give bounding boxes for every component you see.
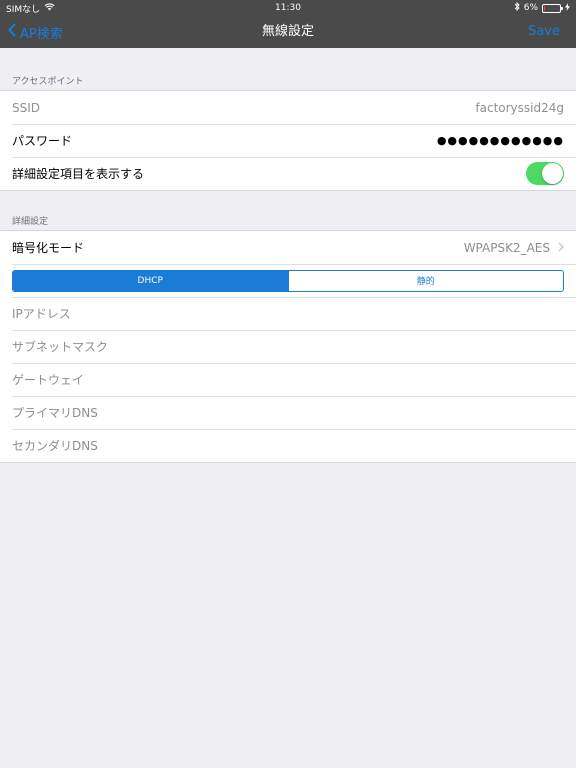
ssid-label: SSID (12, 100, 41, 115)
password-row[interactable]: パスワード ●●●●●●●●●●●● (0, 124, 576, 157)
encryption-mode-label: 暗号化モード (12, 241, 85, 255)
ip-address-field[interactable]: IPアドレス (12, 305, 564, 322)
password-field[interactable]: ●●●●●●●●●●●● (437, 134, 564, 147)
advanced-group: 暗号化モード WPAPSK2_AES DHCP 静的 IPアドレス サブネットマ… (0, 230, 576, 463)
chevron-right-icon (558, 240, 564, 256)
section-header-access-point: アクセスポイント (12, 77, 84, 87)
segment-static[interactable]: 静的 (287, 270, 563, 291)
ip-address-row[interactable]: IPアドレス (0, 297, 576, 330)
ssid-value[interactable]: factoryssid24g (475, 101, 564, 115)
page-title: 無線設定 (261, 24, 314, 39)
password-label: パスワード (12, 134, 73, 148)
status-bar: SIMなし 11:30 6% (0, 0, 576, 16)
save-button[interactable]: Save (528, 16, 560, 48)
segment-dhcp[interactable]: DHCP (13, 270, 288, 291)
primary-dns-row[interactable]: プライマリDNS (0, 396, 576, 429)
secondary-dns-field[interactable]: セカンダリDNS (12, 437, 564, 454)
show-advanced-row: 詳細設定項目を表示する (0, 157, 576, 190)
subnet-mask-field[interactable]: サブネットマスク (12, 338, 564, 355)
section-header-advanced: 詳細設定 (12, 217, 49, 227)
secondary-dns-row[interactable]: セカンダリDNS (0, 429, 576, 462)
show-advanced-toggle[interactable] (526, 162, 564, 185)
navigation-bar: AP検索 無線設定 Save (0, 16, 576, 48)
battery-fill (544, 5, 545, 11)
gateway-row[interactable]: ゲートウェイ (0, 363, 576, 396)
access-point-group: SSID factoryssid24g パスワード ●●●●●●●●●●●● 詳… (0, 90, 576, 191)
primary-dns-field[interactable]: プライマリDNS (12, 404, 564, 421)
subnet-mask-row[interactable]: サブネットマスク (0, 330, 576, 363)
show-advanced-label: 詳細設定項目を表示する (12, 167, 145, 181)
battery-icon (542, 3, 563, 13)
toggle-knob (542, 163, 563, 184)
ip-mode-segmented-control: DHCP 静的 (12, 269, 564, 292)
status-time: 11:30 (275, 3, 301, 13)
encryption-mode-value: WPAPSK2_AES (463, 240, 550, 255)
encryption-mode-row[interactable]: 暗号化モード WPAPSK2_AES (0, 231, 576, 264)
ssid-row[interactable]: SSID factoryssid24g (0, 91, 576, 124)
ip-mode-row: DHCP 静的 (0, 264, 576, 297)
gateway-field[interactable]: ゲートウェイ (12, 371, 564, 388)
